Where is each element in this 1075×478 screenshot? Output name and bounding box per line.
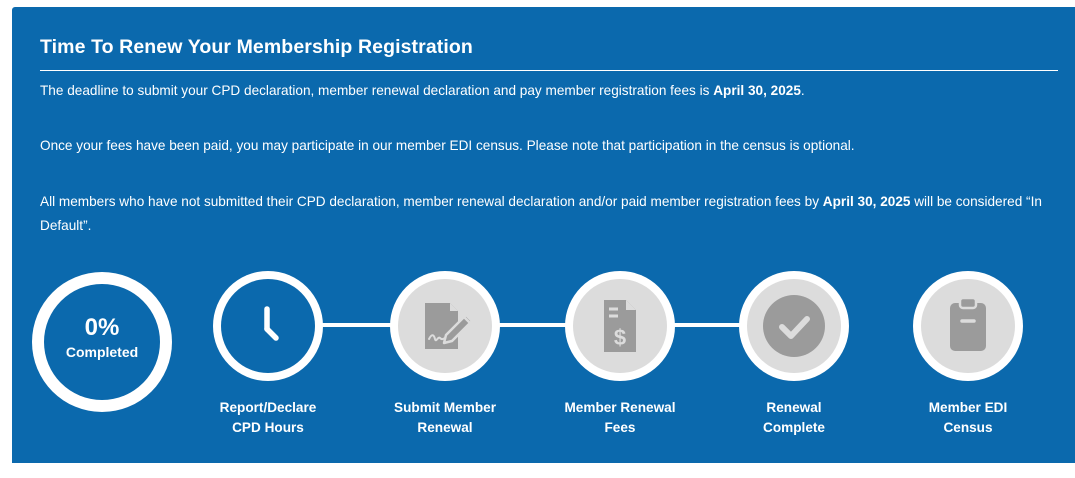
step-icon-background xyxy=(221,279,315,373)
default-paragraph: All members who have not submitted their… xyxy=(40,190,1060,238)
progress-ring: 0% Completed xyxy=(32,272,172,412)
step-label: Report/Declare CPD Hours xyxy=(219,400,317,435)
step-circle xyxy=(213,271,323,381)
step-submit-renewal[interactable]: Submit Member Renewal xyxy=(385,271,505,438)
step-icon-background xyxy=(747,279,841,373)
deadline-text: The deadline to submit your CPD declarat… xyxy=(40,83,714,98)
progress-completed-label: Completed xyxy=(65,344,139,360)
deadline-end: . xyxy=(800,83,805,98)
step-label: Member Renewal Fees xyxy=(564,400,676,435)
signed-document-icon xyxy=(425,303,474,349)
deadline-paragraph: The deadline to submit your CPD declarat… xyxy=(40,79,1060,103)
step-icon-background: $ xyxy=(573,279,667,373)
checkmark-circle-icon xyxy=(763,295,825,357)
step-circle xyxy=(913,271,1023,381)
title-divider xyxy=(40,70,1058,71)
step-report-cpd[interactable]: Report/Declare CPD Hours xyxy=(208,271,328,438)
step-label: Submit Member Renewal xyxy=(394,400,496,435)
step-label: Member EDI Census xyxy=(928,400,1008,435)
panel-title: Time To Renew Your Membership Registrati… xyxy=(40,36,473,58)
step-edi-census[interactable]: Member EDI Census xyxy=(908,271,1028,438)
progress-indicator: 0% Completed xyxy=(44,284,160,400)
default-date: April 30, 2025 xyxy=(822,194,911,209)
step-renewal-complete[interactable]: Renewal Complete xyxy=(734,271,854,438)
step-label: Renewal Complete xyxy=(763,400,825,435)
step-renewal-fees[interactable]: $ Member Renewal Fees xyxy=(560,271,680,438)
step-icon-background xyxy=(921,279,1015,373)
step-icon-background xyxy=(398,279,492,373)
step-circle xyxy=(390,271,500,381)
clipboard-icon xyxy=(950,296,986,351)
census-paragraph: Once your fees have been paid, you may p… xyxy=(40,138,855,153)
step-circle: $ xyxy=(565,271,675,381)
deadline-date: April 30, 2025 xyxy=(713,83,801,98)
default-text: All members who have not submitted their… xyxy=(40,194,823,209)
progress-percent: 0% xyxy=(84,314,120,341)
invoice-dollar-icon: $ xyxy=(604,300,636,352)
clock-icon xyxy=(264,306,279,341)
svg-text:$: $ xyxy=(614,325,626,350)
step-circle xyxy=(739,271,849,381)
renewal-panel: Time To Renew Your Membership Registrati… xyxy=(12,7,1075,463)
